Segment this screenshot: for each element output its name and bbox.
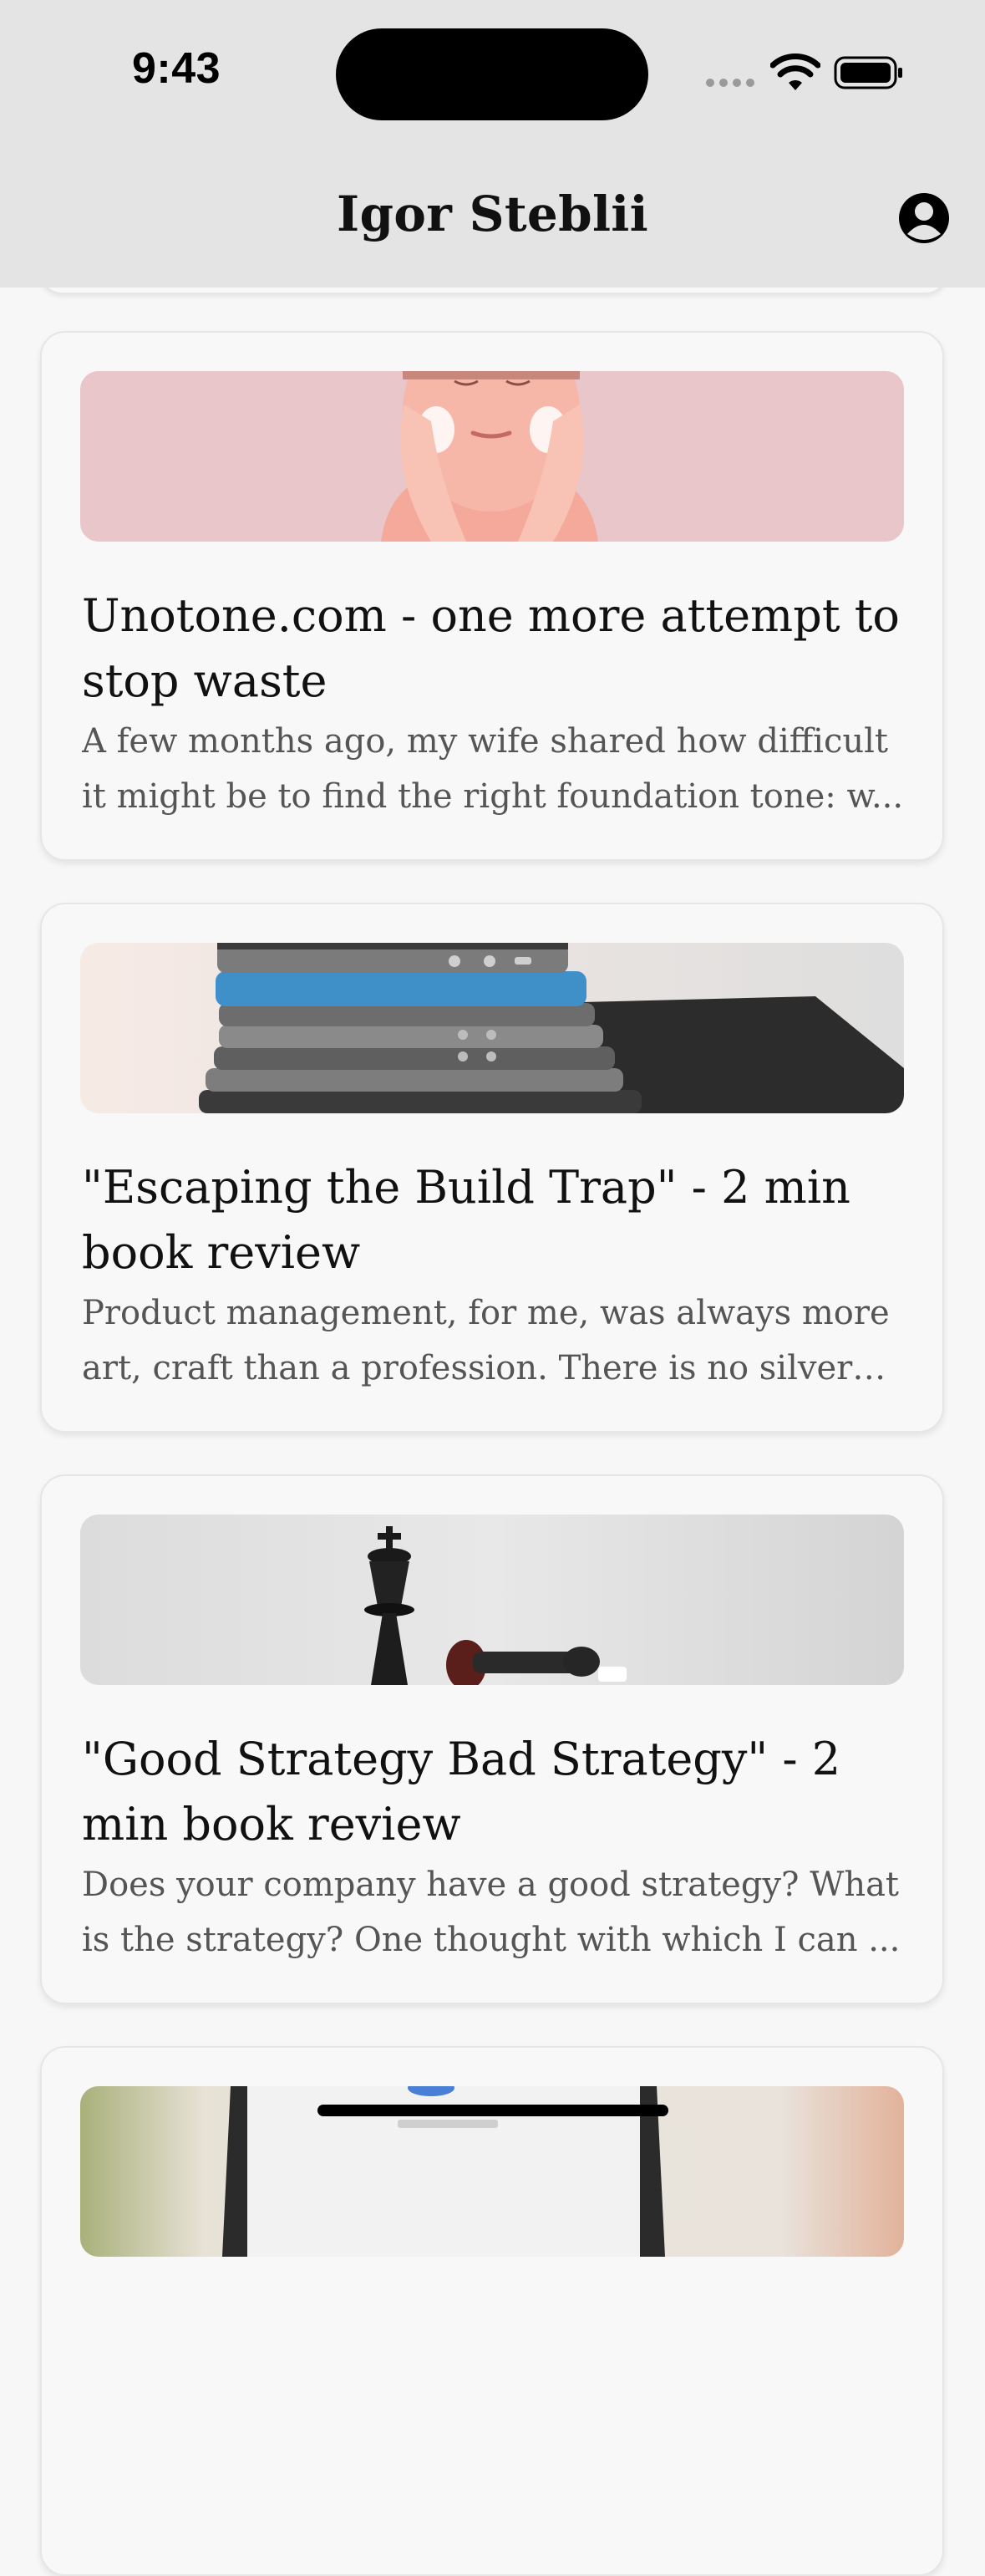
post-title[interactable]: "Escaping the Build Trap" - 2 min book r…: [82, 1155, 909, 1285]
home-indicator[interactable]: [317, 2105, 668, 2116]
phones-stack-image: [80, 943, 904, 1113]
profile-icon[interactable]: [898, 192, 950, 244]
cellular-signal-icon: [706, 79, 754, 87]
post-title[interactable]: Unotone.com - one more attempt to stop w…: [82, 583, 909, 714]
post-excerpt: Product management, for me, was always m…: [82, 1294, 890, 1387]
post-title[interactable]: "Good Strategy Bad Strategy" - 2 min boo…: [82, 1727, 909, 1857]
post-thumbnail: [80, 371, 904, 542]
post-card[interactable]: [40, 2046, 944, 2576]
wifi-icon: [770, 53, 820, 90]
chess-pieces-image: [80, 1515, 904, 1685]
app-header: 9:43 Igor Steblii: [0, 0, 985, 288]
battery-icon: [834, 56, 902, 89]
status-time: 9:43: [132, 44, 221, 93]
post-excerpt: A few months ago, my wife shared how dif…: [82, 722, 904, 816]
post-card[interactable]: Unotone.com - one more attempt to stop w…: [40, 331, 944, 861]
post-card[interactable]: "Good Strategy Bad Strategy" - 2 min boo…: [40, 1474, 944, 2004]
page-title: Igor Steblii: [337, 186, 648, 242]
post-excerpt: Does your company have a good strategy? …: [82, 1866, 901, 1959]
face-illustration-image: [80, 371, 904, 542]
dynamic-island: [336, 28, 648, 120]
post-thumbnail: [80, 943, 904, 1113]
post-card[interactable]: "Escaping the Build Trap" - 2 min book r…: [40, 903, 944, 1433]
post-thumbnail: [80, 1515, 904, 1685]
